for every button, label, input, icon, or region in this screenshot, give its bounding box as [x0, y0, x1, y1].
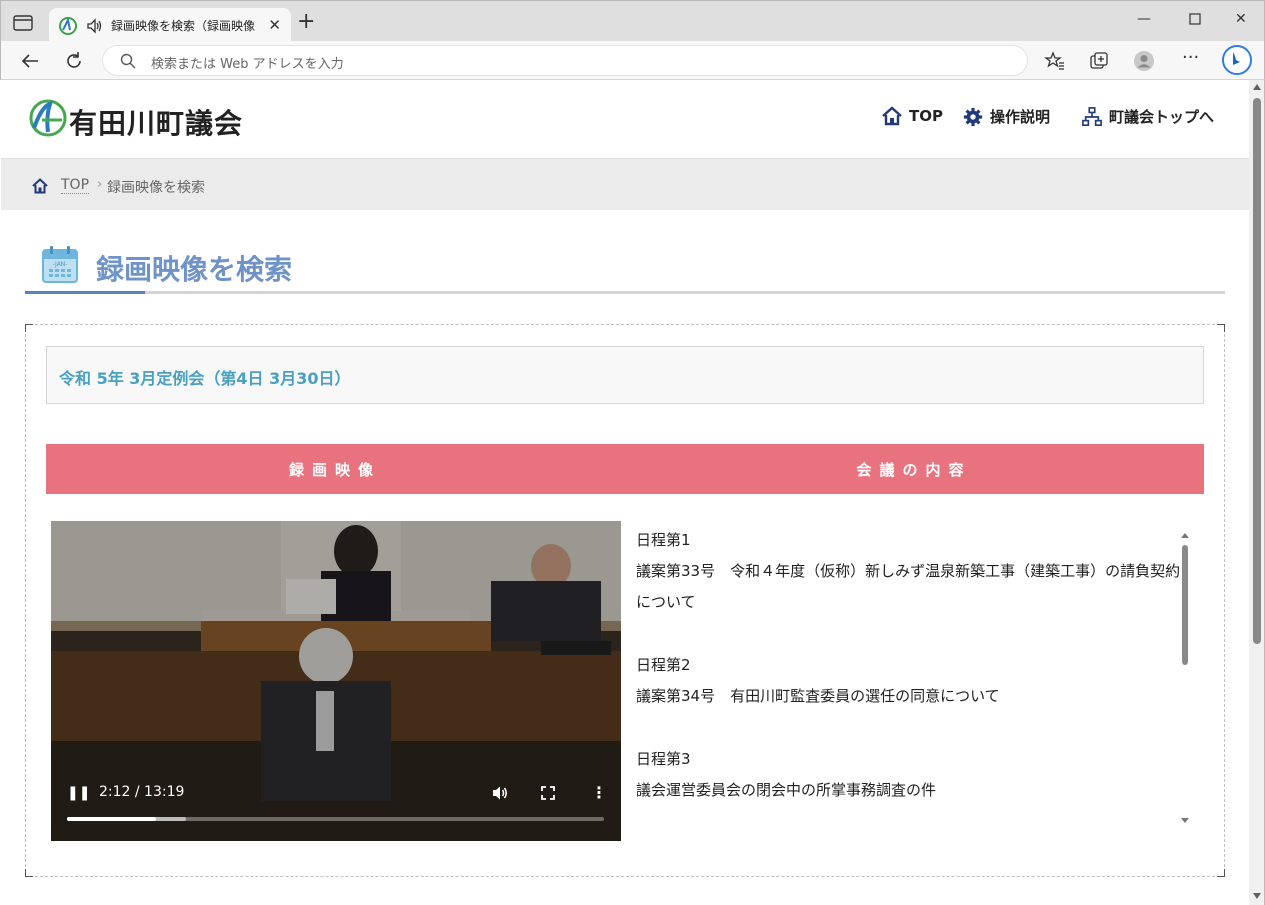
nav-council-top-label: 町議会トップへ — [1109, 108, 1215, 126]
audio-playing-icon[interactable] — [85, 17, 103, 35]
nav-council-top[interactable]: 町議会トップへ — [1081, 106, 1214, 127]
breadcrumb-current: 録画映像を検索 — [107, 180, 205, 196]
calendar-icon: -JAN- — [42, 246, 78, 283]
site-header: 有田川町議会 TOP 操作説明 町議会トップへ — [1, 80, 1249, 158]
refresh-icon[interactable] — [63, 50, 85, 72]
page-viewport: 有田川町議会 TOP 操作説明 町議会トップへ TOP › 録画映像を検索 -J… — [1, 80, 1249, 905]
svg-text:-JAN-: -JAN- — [53, 261, 68, 268]
pause-icon[interactable]: ❚❚ — [67, 785, 90, 801]
more-options-icon[interactable]: ··· — [1182, 47, 1204, 69]
address-placeholder: 検索または Web アドレスを入力 — [151, 57, 344, 72]
maximize-icon[interactable] — [1189, 13, 1201, 29]
session-box: 令和 5年 3月定例会（第4日 3月30日） — [46, 346, 1204, 404]
page-scroll-thumb[interactable] — [1253, 98, 1261, 644]
video-player[interactable]: ❚❚ 2:12 / 13:19 ⋮ — [51, 521, 621, 841]
minimize-icon[interactable]: — — [1137, 11, 1151, 27]
corner-mark — [1217, 869, 1225, 877]
favorites-icon[interactable] — [1044, 50, 1066, 72]
content-box: 令和 5年 3月定例会（第4日 3月30日） 録画映像 会議の内容 ❚❚ 2:1… — [25, 324, 1225, 877]
agenda-item-text: 議案第34号 有田川町監査委員の選任の同意について — [636, 687, 1000, 705]
tab-title: 録画映像を検索（録画映像 — [111, 19, 255, 33]
page-scroll-up-icon[interactable] — [1253, 84, 1261, 90]
browser-toolbar: 検索または Web アドレスを入力 ··· — [0, 41, 1265, 80]
agenda-item-label: 日程第2 — [636, 656, 691, 674]
column-header-content: 会議の内容 — [856, 461, 972, 479]
corner-mark — [1217, 324, 1225, 332]
tab-close-icon[interactable]: ✕ — [268, 16, 281, 34]
town-logo-icon — [29, 99, 67, 137]
agenda-item: 日程第3 議会運営委員会の閉会中の所掌事務調査の件 — [636, 744, 1182, 806]
breadcrumb-home-icon[interactable] — [31, 177, 49, 195]
agenda-item: 日程第2 議案第34号 有田川町監査委員の選任の同意について — [636, 650, 1182, 712]
breadcrumb-top-link[interactable]: TOP — [61, 177, 90, 194]
sitemap-icon — [1082, 106, 1102, 126]
nav-instructions-label: 操作説明 — [990, 108, 1051, 126]
page-scroll-down-icon[interactable] — [1253, 893, 1261, 899]
bing-copilot-icon[interactable] — [1222, 45, 1252, 75]
column-header-bar: 録画映像 会議の内容 — [46, 444, 1204, 494]
corner-mark — [25, 324, 33, 332]
browser-tab-bar: 録画映像を検索（録画映像 ✕ + — ✕ — [0, 0, 1265, 42]
breadcrumb-separator: › — [97, 177, 103, 192]
page-title: 録画映像を検索 — [96, 253, 293, 286]
nav-top-label: TOP — [909, 107, 943, 125]
nav-top[interactable]: TOP — [881, 106, 943, 126]
video-more-icon[interactable]: ⋮ — [591, 783, 607, 802]
video-progress-fill — [67, 817, 156, 821]
new-tab-icon[interactable]: + — [297, 11, 315, 33]
home-icon — [882, 106, 902, 126]
nav-instructions[interactable]: 操作説明 — [962, 106, 1050, 127]
fullscreen-icon[interactable] — [541, 786, 555, 800]
gear-icon — [963, 107, 983, 126]
page-title-accent — [25, 291, 145, 294]
agenda-scrollbar[interactable] — [1180, 531, 1190, 823]
video-time: 2:12 / 13:19 — [99, 784, 185, 800]
close-window-icon[interactable]: ✕ — [1235, 11, 1247, 27]
page-scrollbar[interactable] — [1249, 80, 1265, 905]
video-progress-bar[interactable] — [67, 817, 604, 821]
collections-icon[interactable] — [1088, 50, 1110, 72]
volume-icon[interactable] — [491, 785, 509, 801]
site-name: 有田川町議会 — [69, 107, 244, 140]
search-icon — [120, 53, 136, 69]
agenda-item-text: 議会運営委員会の閉会中の所掌事務調査の件 — [636, 781, 937, 799]
agenda-item: 日程第1 議案第33号 令和４年度（仮称）新しみず温泉新築工事（建築工事）の請負… — [636, 525, 1182, 618]
scroll-up-icon[interactable] — [1181, 533, 1189, 538]
corner-mark — [25, 869, 33, 877]
page-title-section: -JAN- 録画映像を検索 — [25, 240, 1225, 294]
agenda-item-label: 日程第1 — [636, 531, 691, 549]
back-icon[interactable] — [19, 50, 41, 72]
browser-tab[interactable]: 録画映像を検索（録画映像 ✕ — [49, 8, 291, 42]
site-favicon-icon — [59, 17, 77, 35]
profile-avatar-icon[interactable] — [1133, 50, 1155, 72]
address-bar[interactable]: 検索または Web アドレスを入力 — [102, 45, 1028, 76]
scroll-down-icon[interactable] — [1181, 818, 1189, 823]
agenda-list: 日程第1 議案第33号 令和４年度（仮称）新しみず温泉新築工事（建築工事）の請負… — [636, 525, 1182, 831]
agenda-item-label: 日程第3 — [636, 750, 691, 768]
agenda-scroll-thumb[interactable] — [1182, 545, 1188, 665]
session-title: 令和 5年 3月定例会（第4日 3月30日） — [59, 369, 351, 388]
breadcrumb: TOP › 録画映像を検索 — [1, 158, 1249, 210]
agenda-item-text: 議案第33号 令和４年度（仮称）新しみず温泉新築工事（建築工事）の請負契約につい… — [636, 562, 1181, 611]
column-header-video: 録画映像 — [288, 461, 381, 479]
tab-actions-icon[interactable] — [13, 15, 33, 31]
